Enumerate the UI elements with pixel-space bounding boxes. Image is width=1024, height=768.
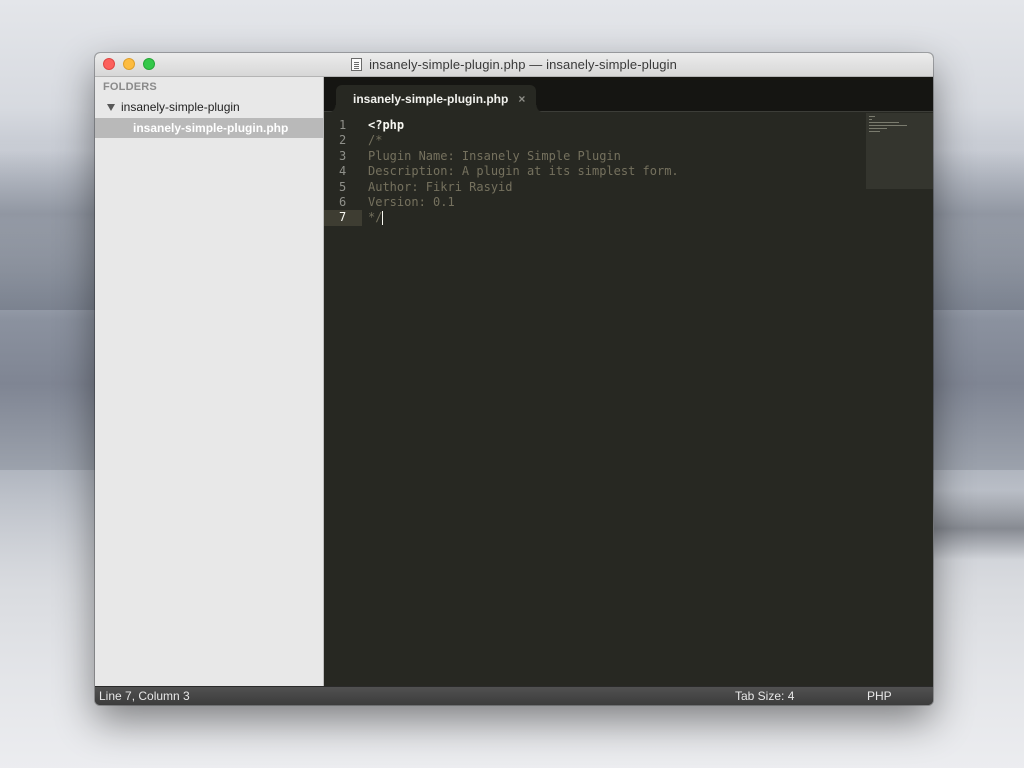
tab-close-icon[interactable]: × <box>518 92 525 106</box>
text-cursor <box>382 210 384 225</box>
code-line: Version: 0.1 <box>368 194 455 209</box>
code-line-current: */ <box>368 210 679 225</box>
line-number: 7 <box>339 210 347 225</box>
minimap-line <box>869 122 899 123</box>
tab-file[interactable]: insanely-simple-plugin.php × <box>328 85 544 113</box>
minimap-line <box>869 128 887 129</box>
minimap-line <box>869 125 907 126</box>
line-number: 3 <box>339 148 347 163</box>
tab-size-status[interactable]: Tab Size: 4 <box>735 689 794 703</box>
background-reeds <box>934 490 1024 560</box>
sidebar: FOLDERS insanely-simple-plugin insanely-… <box>95 77 324 686</box>
line-number-gutter: 1 2 3 4 5 6 7 <box>324 118 362 226</box>
code-area[interactable]: 1 2 3 4 5 6 7 <?php /* Plugin Name: Insa… <box>324 112 864 686</box>
window-title: insanely-simple-plugin.php — insanely-si… <box>369 57 677 72</box>
sidebar-folder-item[interactable]: insanely-simple-plugin <box>95 97 324 117</box>
editor-pane: insanely-simple-plugin.php × 1 2 3 4 5 6… <box>324 77 933 686</box>
tab-bar: insanely-simple-plugin.php × <box>324 77 933 113</box>
syntax-status[interactable]: PHP <box>867 689 892 703</box>
window-title-container: insanely-simple-plugin.php — insanely-si… <box>95 53 933 76</box>
minimap-line <box>869 119 872 120</box>
code-line: <?php <box>368 118 405 132</box>
code-line-text: */ <box>368 210 383 225</box>
code-text[interactable]: <?php /* Plugin Name: Insanely Simple Pl… <box>368 118 679 226</box>
document-icon <box>351 58 363 71</box>
minimap-line <box>869 131 880 132</box>
minimap-line <box>869 116 875 117</box>
line-number: 5 <box>339 179 347 194</box>
folders-header: FOLDERS <box>103 81 157 93</box>
line-number: 1 <box>339 118 347 132</box>
code-line: Author: Fikri Rasyid <box>368 179 513 194</box>
line-number: 6 <box>339 194 347 209</box>
code-line: Plugin Name: Insanely Simple Plugin <box>368 148 621 163</box>
line-number: 2 <box>339 133 347 148</box>
sidebar-file-label: insanely-simple-plugin.php <box>133 121 289 135</box>
editor-window: insanely-simple-plugin.php — insanely-si… <box>95 53 933 705</box>
status-bar: Line 7, Column 3 Tab Size: 4 PHP <box>95 686 933 705</box>
title-bar[interactable]: insanely-simple-plugin.php — insanely-si… <box>95 53 933 77</box>
tab-label: insanely-simple-plugin.php <box>353 92 509 106</box>
code-line: Description: A plugin at its simplest fo… <box>368 164 679 179</box>
cursor-position-status[interactable]: Line 7, Column 3 <box>99 689 190 703</box>
disclosure-triangle-icon[interactable] <box>107 103 115 111</box>
sidebar-file-item[interactable]: insanely-simple-plugin.php <box>95 118 324 138</box>
line-number: 4 <box>339 164 347 179</box>
minimap[interactable] <box>866 113 933 189</box>
code-line: /* <box>368 133 383 148</box>
sidebar-folder-label: insanely-simple-plugin <box>121 100 240 114</box>
